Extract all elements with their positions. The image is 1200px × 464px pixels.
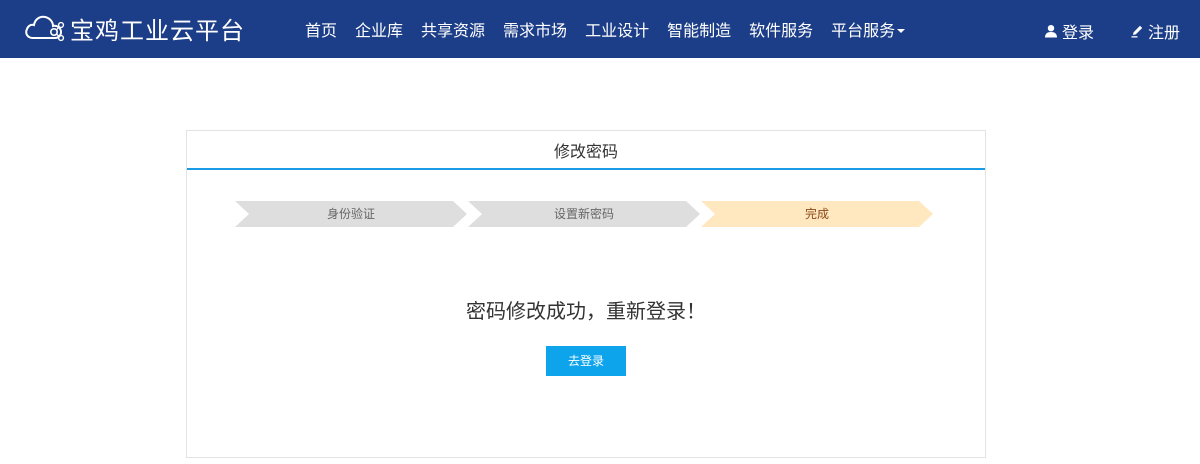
nav-item-platform-services-label: 平台服务 [831,21,896,40]
cloud-network-icon [25,15,65,42]
nav-item-industrial-design[interactable]: 工业设计 [576,0,658,58]
nav-item-enterprise-library[interactable]: 企业库 [346,0,412,58]
login-link[interactable]: 登录 [1044,15,1094,43]
main-nav: 首页 企业库 共享资源 需求市场 工业设计 智能制造 软件服务 平台服务 [296,0,914,58]
panel-title: 修改密码 [187,131,985,170]
progress-steps: 身份验证 设置新密码 完成 [235,201,935,227]
success-message: 密码修改成功，重新登录！ [466,299,706,323]
nav-item-demand-market[interactable]: 需求市场 [494,0,576,58]
login-link-label: 登录 [1061,23,1094,42]
brand-logo-link[interactable]: 宝鸡工业云平台 [24,10,245,46]
step-identity-verification: 身份验证 [235,201,467,227]
user-links: 登录 注册 [1008,0,1180,58]
pencil-icon [1131,25,1143,38]
step-complete: 完成 [701,201,933,227]
nav-item-platform-services[interactable]: 平台服务 [822,0,914,58]
nav-item-smart-manufacturing[interactable]: 智能制造 [658,0,740,58]
brand-name: 宝鸡工业云平台 [70,16,245,45]
register-link[interactable]: 注册 [1130,15,1180,43]
step-set-new-password: 设置新密码 [468,201,700,227]
nav-item-software-services[interactable]: 软件服务 [740,0,822,58]
top-navbar: 宝鸡工业云平台 首页 企业库 共享资源 需求市场 工业设计 智能制造 软件服务 … [0,0,1200,58]
nav-item-shared-resources[interactable]: 共享资源 [412,0,494,58]
nav-item-home[interactable]: 首页 [296,0,346,58]
caret-down-icon [897,28,906,33]
register-link-label: 注册 [1147,23,1180,42]
change-password-panel: 修改密码 身份验证 设置新密码 完成 密码修改成功，重新登录！ 去登录 [186,130,986,458]
go-login-button[interactable]: 去登录 [546,346,626,376]
user-icon [1044,25,1057,38]
